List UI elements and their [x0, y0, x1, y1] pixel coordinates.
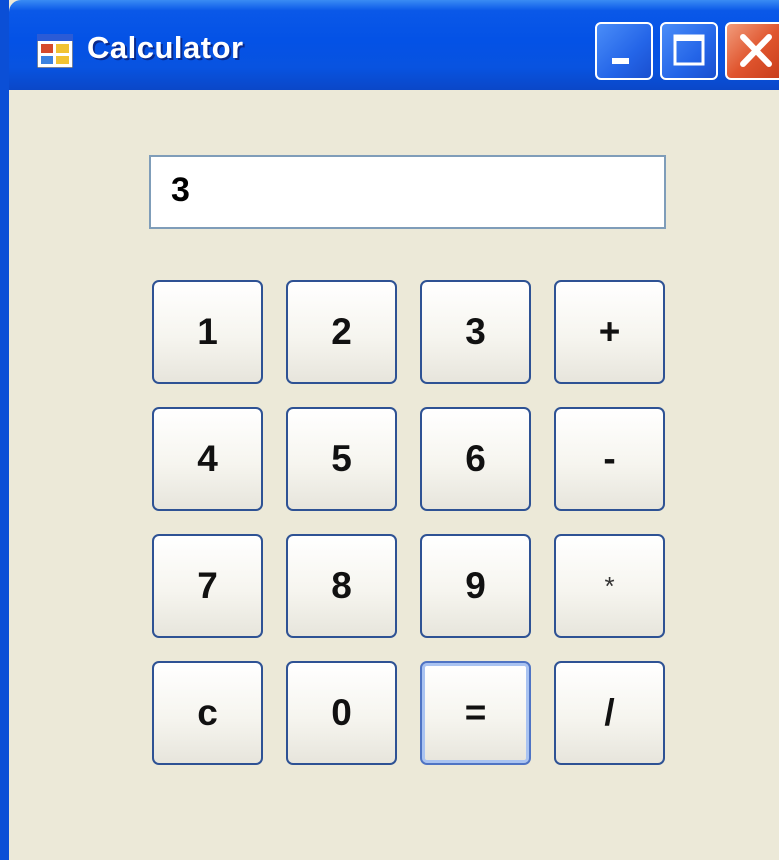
title-bar[interactable]: Calculator — [9, 0, 779, 90]
maximize-button[interactable] — [660, 22, 718, 80]
maximize-icon — [673, 34, 705, 66]
key-0[interactable]: 0 — [286, 661, 397, 765]
calculator-display[interactable]: 3 — [149, 155, 666, 229]
key-7[interactable]: 7 — [152, 534, 263, 638]
minimize-button[interactable] — [595, 22, 653, 80]
key-5[interactable]: 5 — [286, 407, 397, 511]
keypad: 1 2 3 + 4 5 6 - 7 8 9 * c 0 = / — [152, 280, 665, 765]
key-equals[interactable]: = — [420, 661, 531, 765]
key-4[interactable]: 4 — [152, 407, 263, 511]
key-2[interactable]: 2 — [286, 280, 397, 384]
key-clear[interactable]: c — [152, 661, 263, 765]
window-title: Calculator — [87, 30, 244, 65]
close-icon — [740, 34, 772, 67]
minimize-icon — [612, 58, 629, 64]
key-plus[interactable]: + — [554, 280, 665, 384]
calculator-window: Calculator 3 1 2 3 + 4 5 6 - 7 8 9 * c 0… — [0, 0, 779, 860]
close-button[interactable] — [725, 22, 779, 80]
key-divide[interactable]: / — [554, 661, 665, 765]
key-6[interactable]: 6 — [420, 407, 531, 511]
key-8[interactable]: 8 — [286, 534, 397, 638]
key-3[interactable]: 3 — [420, 280, 531, 384]
key-1[interactable]: 1 — [152, 280, 263, 384]
key-minus[interactable]: - — [554, 407, 665, 511]
key-9[interactable]: 9 — [420, 534, 531, 638]
key-multiply[interactable]: * — [554, 534, 665, 638]
app-window-icon — [37, 34, 73, 68]
